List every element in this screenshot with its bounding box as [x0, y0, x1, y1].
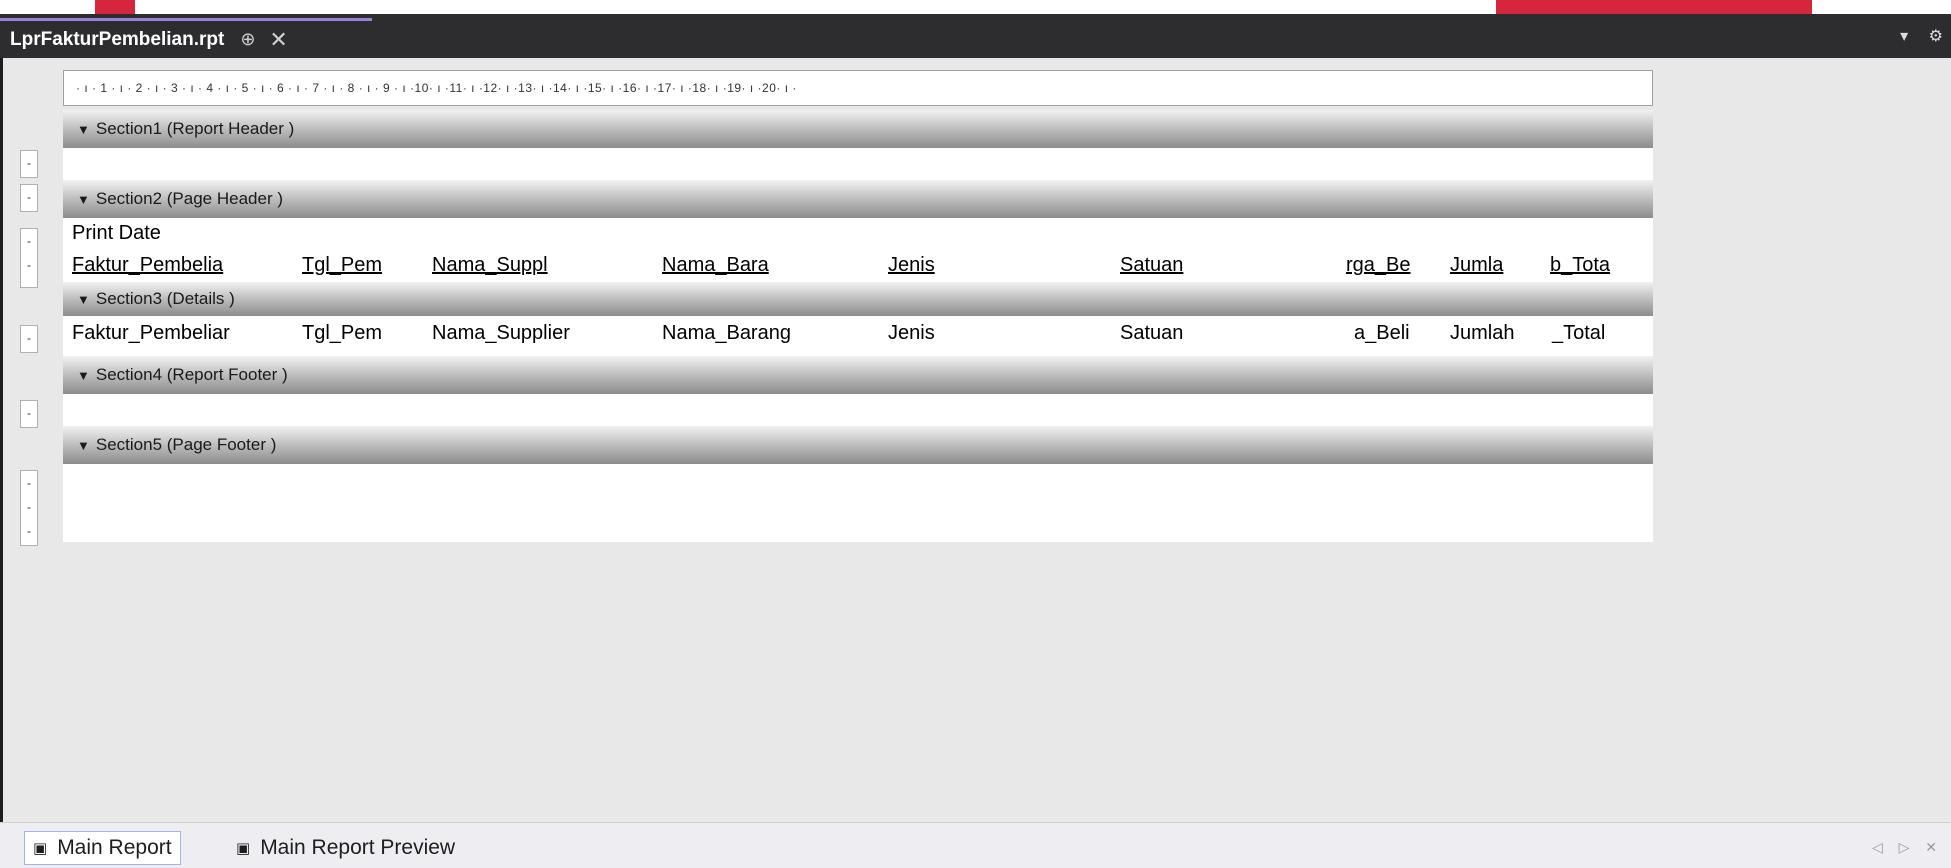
- section-label: Section1 (Report Header ): [95, 119, 295, 138]
- column-header-jenis[interactable]: Jenis: [888, 254, 935, 277]
- section-label: Section2 (Page Header ): [95, 189, 283, 208]
- collapse-triangle-icon[interactable]: ▼: [77, 368, 90, 383]
- vertical-ruler-mark: --: [20, 228, 38, 288]
- top-accent: [95, 0, 135, 14]
- bottom-tab-bar: ▣ Main Report ▣ Main Report Preview ◁ ▷ …: [0, 822, 1951, 868]
- document-tab[interactable]: LprFakturPembelian.rpt ⊕ ✕: [0, 18, 372, 58]
- chevron-down-icon[interactable]: ▾: [1900, 28, 1908, 45]
- collapse-triangle-icon[interactable]: ▼: [77, 292, 90, 307]
- tab-main-report[interactable]: ▣ Main Report: [24, 831, 181, 865]
- ruler-scale: · ı · 1 · ı · 2 · ı · 3 · ı · 4 · ı · 5 …: [76, 81, 797, 95]
- tab-label: Main Report: [57, 836, 172, 859]
- horizontal-ruler: · ı · 1 · ı · 2 · ı · 3 · ı · 4 · ı · 5 …: [63, 70, 1653, 106]
- column-header-barang[interactable]: Nama_Bara: [662, 254, 769, 277]
- section-band-page-header[interactable]: ▼ Section2 (Page Header ): [63, 180, 1653, 218]
- vertical-ruler-mark: -: [20, 400, 38, 428]
- section-band-page-footer[interactable]: ▼ Section5 (Page Footer ): [63, 426, 1653, 464]
- report-icon: ▣: [33, 840, 48, 857]
- detail-field-barang[interactable]: Nama_Barang: [662, 322, 791, 345]
- collapse-triangle-icon[interactable]: ▼: [77, 438, 90, 453]
- column-header-faktur[interactable]: Faktur_Pembelia: [72, 254, 223, 277]
- vertical-ruler-mark: -: [20, 325, 38, 353]
- collapse-triangle-icon[interactable]: ▼: [77, 192, 90, 207]
- gear-icon[interactable]: ⚙: [1929, 28, 1943, 45]
- vertical-ruler-mark: -: [20, 184, 38, 212]
- detail-field-jenis[interactable]: Jenis: [888, 322, 935, 345]
- collapse-triangle-icon[interactable]: ▼: [77, 122, 90, 137]
- top-accent: [1496, 0, 1812, 14]
- section-band-report-footer[interactable]: ▼ Section4 (Report Footer ): [63, 356, 1653, 394]
- column-header-satuan[interactable]: Satuan: [1120, 254, 1183, 277]
- detail-field-faktur[interactable]: Faktur_Pembeliar: [72, 322, 230, 345]
- print-date-field[interactable]: Print Date: [72, 222, 161, 245]
- detail-field-jumlah[interactable]: Jumlah: [1450, 322, 1514, 345]
- vertical-ruler-mark: -: [20, 150, 38, 178]
- column-header-supplier[interactable]: Nama_Suppl: [432, 254, 548, 277]
- tab-bar-controls: ▾ ⚙: [1884, 26, 1943, 46]
- column-header-harga[interactable]: rga_Be: [1346, 254, 1411, 277]
- tab-label: Main Report Preview: [260, 836, 456, 859]
- column-header-total[interactable]: b_Tota: [1550, 254, 1610, 277]
- section-label: Section4 (Report Footer ): [95, 365, 288, 384]
- detail-field-harga[interactable]: a_Beli: [1354, 322, 1410, 345]
- section-label: Section3 (Details ): [95, 289, 235, 308]
- document-tab-title[interactable]: LprFakturPembelian.rpt: [10, 29, 224, 51]
- detail-field-total[interactable]: _Total: [1552, 322, 1605, 345]
- tab-nav-controls[interactable]: ◁ ▷ ✕: [1872, 839, 1943, 856]
- section-label: Section5 (Page Footer ): [95, 435, 277, 454]
- section-band-details[interactable]: ▼ Section3 (Details ): [63, 282, 1653, 316]
- section-band-report-header[interactable]: ▼ Section1 (Report Header ): [63, 110, 1653, 148]
- preview-icon: ▣: [236, 840, 251, 857]
- tab-main-report-preview[interactable]: ▣ Main Report Preview: [228, 831, 463, 865]
- close-icon[interactable]: ✕: [269, 27, 287, 53]
- detail-field-satuan[interactable]: Satuan: [1120, 322, 1183, 345]
- pin-icon[interactable]: ⊕: [240, 29, 255, 50]
- detail-field-tgl[interactable]: Tgl_Pem: [302, 322, 382, 345]
- column-header-tgl[interactable]: Tgl_Pem: [302, 254, 382, 277]
- vertical-ruler-mark: ---: [20, 470, 38, 546]
- column-header-jumlah[interactable]: Jumla: [1450, 254, 1503, 277]
- detail-field-supplier[interactable]: Nama_Supplier: [432, 322, 570, 345]
